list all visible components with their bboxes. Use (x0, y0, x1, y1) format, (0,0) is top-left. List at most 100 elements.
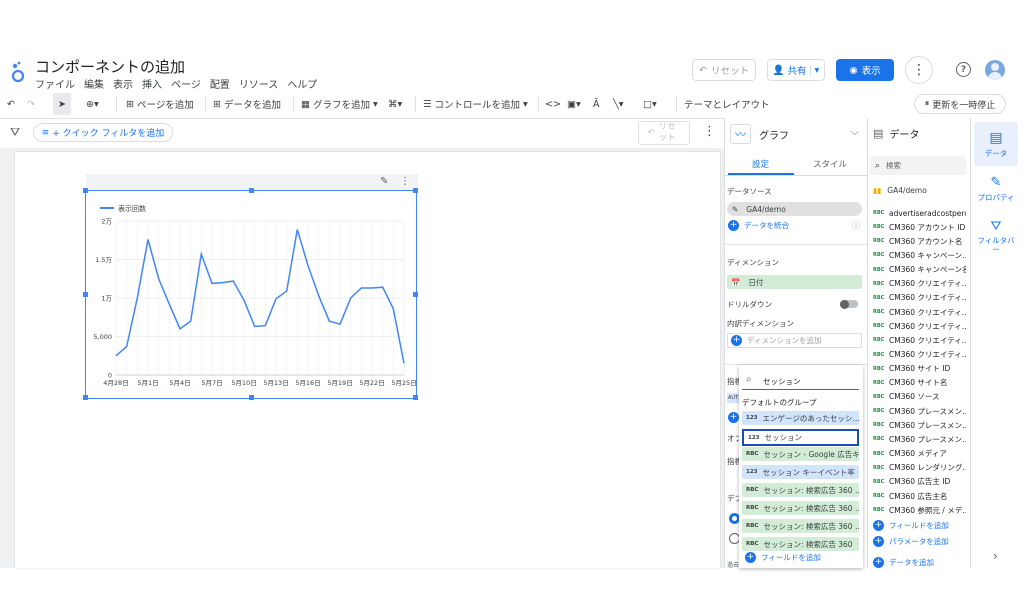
table-icon: ▤ (873, 127, 884, 140)
redo-icon[interactable]: ↷ (27, 93, 35, 115)
add-chart-button[interactable]: ▦ グラフを追加 ▾ (301, 93, 378, 115)
field-item[interactable]: RBC CM360 クリエイティ… (873, 334, 966, 346)
rail-filter-tab[interactable]: ⛛ フィルタバー (974, 214, 1018, 258)
dropdown-item[interactable]: RBC セッション: 検索広告 360 (742, 537, 859, 551)
add-field-panel-button[interactable]: + フィールドを追加 (873, 520, 949, 531)
dropdown-item[interactable]: RBC セッション: 検索広告 360 … (742, 501, 859, 515)
field-item[interactable]: RBC CM360 ソース (873, 391, 966, 403)
more-options-icon[interactable]: ⋮ (905, 56, 933, 84)
filter-reset-button[interactable]: ↶ リセット (638, 121, 690, 145)
menu-file[interactable]: ファイル (35, 76, 75, 91)
avatar[interactable] (985, 60, 1005, 80)
field-item-label: CM360 レンダリング… (889, 463, 966, 473)
edit-pencil-icon[interactable]: ✎ (380, 176, 388, 187)
person-add-icon: 👤 (772, 64, 785, 76)
dropdown-item[interactable]: 123 セッション キーイベント率 (742, 465, 859, 479)
chevron-right-icon[interactable]: › (993, 549, 998, 563)
field-item[interactable]: RBC CM360 キャンペーン… (873, 249, 966, 261)
rail-data-tab[interactable]: ▤ データ (974, 122, 1018, 166)
add-metric-icon[interactable]: + (728, 412, 739, 423)
report-title[interactable]: コンポーネントの追加 (35, 56, 185, 77)
undo-icon: ↶ (699, 64, 707, 76)
field-item[interactable]: RBC CM360 アカウント ID (873, 221, 966, 233)
field-item[interactable]: RBC CM360 プレースメン… (873, 419, 966, 431)
dropdown-item[interactable]: RBC セッション: 検索広告 360 … (742, 483, 859, 497)
menu-resource[interactable]: リソース (239, 76, 279, 91)
chevron-down-icon[interactable]: ⌵ (851, 127, 859, 138)
add-parameter-button[interactable]: + パラメータを追加 (873, 536, 949, 547)
chart-type-selector[interactable]: 〰 グラフ (730, 124, 789, 144)
field-item[interactable]: RBC CM360 広告主名 (873, 490, 966, 502)
field-item-label: CM360 クリエイティ… (889, 350, 966, 359)
add-field-button[interactable]: + フィールドを追加 (745, 552, 821, 563)
field-item[interactable]: RBC CM360 メディア (873, 448, 966, 460)
add-data-button[interactable]: ⊞ データを追加 (213, 93, 281, 115)
menu-arrange[interactable]: 配置 (210, 76, 230, 91)
field-item[interactable]: RBC CM360 サイト ID (873, 363, 966, 375)
drilldown-toggle[interactable] (840, 299, 858, 309)
chevron-down-icon[interactable]: ▾ (809, 64, 819, 76)
field-item[interactable]: RBC CM360 レンダリング… (873, 462, 966, 474)
field-item[interactable]: RBC CM360 クリエイティ… (873, 278, 966, 290)
add-page-button[interactable]: ⊞ ページを追加 (126, 93, 194, 115)
dimension-chip[interactable]: 📅 日付 (727, 275, 862, 289)
field-item[interactable]: RBC CM360 アカウント名 (873, 235, 966, 247)
view-button[interactable]: ◉ 表示 (836, 59, 894, 81)
dropdown-item[interactable]: 123 セッション (742, 429, 859, 446)
field-item[interactable]: RBC CM360 クリエイティ… (873, 292, 966, 304)
rail-properties-tab[interactable]: ✎ プロパティ (974, 170, 1018, 208)
filterbar-more-icon[interactable]: ⋮ (703, 124, 716, 139)
add-data-panel-button[interactable]: + データを追加 (873, 557, 934, 568)
dropdown-item[interactable]: 123 エンゲージのあったセッシ… (742, 411, 859, 425)
field-item[interactable]: RBC CM360 クリエイティ… (873, 349, 966, 361)
embed-code-icon[interactable]: <> (545, 93, 561, 115)
chart-more-icon[interactable]: ⋮ (400, 176, 410, 187)
field-item[interactable]: RBC CM360 広告主 ID (873, 476, 966, 488)
control-icon: ☰ (423, 98, 432, 110)
field-type-tag: RBC (746, 451, 759, 457)
image-icon[interactable]: ▣▾ (567, 93, 581, 115)
field-item[interactable]: RBC CM360 クリエイティ… (873, 306, 966, 318)
blend-data-button[interactable]: + データを統合 (728, 220, 789, 231)
tab-style[interactable]: スタイル (813, 158, 847, 170)
text-type-icon: RBC (873, 252, 885, 259)
dropdown-item[interactable]: RBC セッション: 検索広告 360 … (742, 519, 859, 533)
theme-layout-button[interactable]: テーマとレイアウト (684, 93, 770, 115)
field-item[interactable]: RBC CM360 サイト名 (873, 377, 966, 389)
text-icon[interactable]: Ā (593, 93, 600, 115)
field-item[interactable]: RBC CM360 参照元 / メデ… (873, 504, 966, 516)
menu-view[interactable]: 表示 (113, 76, 133, 91)
menu-page[interactable]: ページ (171, 76, 201, 91)
time-series-chart[interactable]: 表示回数 2万 1.5万 1万 5,000 0 4月28日 5月1日 5月4日 5月7日 5月1… (83, 188, 418, 400)
shape-icon[interactable]: □▾ (643, 93, 657, 115)
menu-edit[interactable]: 編集 (84, 76, 104, 91)
quick-filter-button[interactable]: ≡ + クイック フィルタを追加 (33, 123, 173, 142)
menu-help[interactable]: ヘルプ (287, 76, 317, 91)
add-control-label: コントロールを追加 (434, 100, 521, 111)
line-icon[interactable]: ╲▾ (613, 93, 624, 115)
community-viz-icon[interactable]: ⌘▾ (388, 93, 402, 115)
pause-updates-button[interactable]: ⏸ 更新を一時停止 (914, 94, 1006, 114)
field-search-input[interactable]: セッション (763, 376, 801, 387)
menu-insert[interactable]: 挿入 (142, 76, 162, 91)
help-icon[interactable]: ⓘ (852, 220, 860, 231)
data-source-item[interactable]: ▮▮ GA4/demo (873, 186, 927, 195)
field-item[interactable]: RBC CM360 クリエイティ… (873, 320, 966, 332)
field-item[interactable]: RBC CM360 プレースメン… (873, 405, 966, 417)
data-source-chip[interactable]: ✎ GA4/demo (727, 202, 862, 216)
select-pointer-icon[interactable]: ➤ (53, 93, 71, 115)
reset-button[interactable]: ↶ リセット (692, 59, 756, 81)
field-item[interactable]: RBC CM360 キャンペーン名 (873, 264, 966, 276)
share-button[interactable]: 👤 共有 ▾ (767, 59, 825, 81)
data-search-input[interactable]: ⌕ 検索 (870, 156, 966, 175)
field-item[interactable]: RBC advertiseradcostperc… (873, 207, 966, 219)
field-item[interactable]: RBC CM360 プレースメン… (873, 433, 966, 445)
undo-icon[interactable]: ↶ (7, 93, 15, 115)
search-icon: ⌕ (875, 160, 881, 171)
help-icon[interactable]: ? (956, 62, 971, 77)
add-control-button[interactable]: ☰ コントロールを追加 ▾ (423, 93, 528, 115)
tab-setup[interactable]: 設定 (752, 158, 769, 170)
dropdown-item[interactable]: RBC セッション - Google 広告キ… (742, 447, 859, 461)
add-dimension-button[interactable]: + ディメンションを追加 (727, 333, 862, 348)
zoom-icon[interactable]: ⊕▾ (86, 93, 99, 115)
